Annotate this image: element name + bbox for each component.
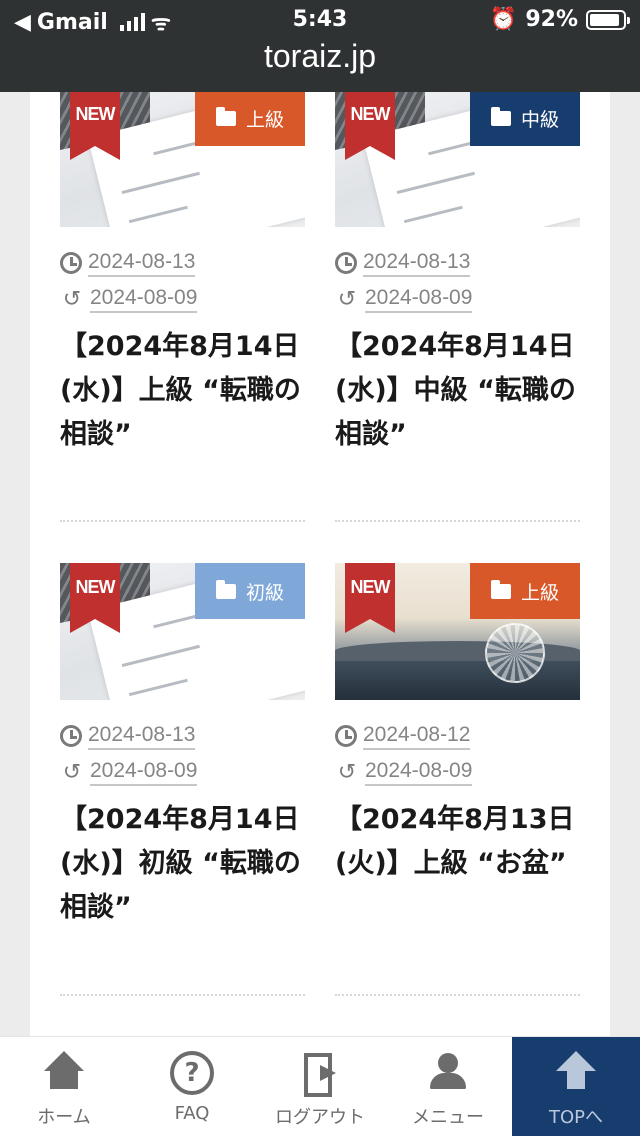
history-icon: ↺ [337, 759, 357, 784]
post-card[interactable]: NEW 初級 2024-08-13 ↺ 2024-08-09 【2024年8月14… [60, 563, 305, 930]
divider [60, 994, 305, 996]
category-badge[interactable]: 上級 [470, 563, 580, 619]
history-icon: ↺ [337, 286, 357, 311]
post-grid: NEW 上級 2024-08-13 ↺ 2024-08-09 【2024年8月14… [30, 92, 610, 1038]
category-label: 中級 [520, 108, 559, 131]
battery-icon [586, 9, 630, 30]
published-date[interactable]: 2024-08-13 [363, 249, 471, 277]
url-bar[interactable]: toraiz.jp [0, 38, 640, 75]
browser-header: ◀ Gmail ᯤ 5:43 ⏰ 92% toraiz.jp [0, 0, 640, 92]
updated-date[interactable]: 2024-08-09 [90, 758, 198, 786]
updated-date[interactable]: 2024-08-09 [365, 285, 473, 313]
category-label: 初級 [245, 581, 284, 604]
nav-home[interactable]: ホーム [0, 1037, 128, 1136]
status-bar: ◀ Gmail ᯤ 5:43 ⏰ 92% [0, 0, 640, 40]
category-badge[interactable]: 初級 [195, 563, 305, 619]
post-title[interactable]: 【2024年8月14日(水)】初級 “転職の相談” [60, 798, 305, 930]
category-label: 上級 [520, 581, 559, 604]
divider [335, 520, 580, 522]
history-icon: ↺ [62, 286, 82, 311]
clock-icon [335, 725, 357, 747]
published-date[interactable]: 2024-08-13 [88, 249, 196, 277]
arrow-up-icon [554, 1051, 598, 1095]
folder-icon [490, 579, 511, 599]
divider [335, 994, 580, 996]
nav-faq[interactable]: ? FAQ [128, 1037, 256, 1136]
post-thumbnail[interactable]: NEW 中級 [335, 92, 580, 227]
nav-faq-label: FAQ [174, 1103, 210, 1124]
clock-icon [335, 252, 357, 274]
post-card[interactable]: NEW 中級 2024-08-13 ↺ 2024-08-09 【2024年8月14… [335, 92, 580, 457]
bottom-nav: ホーム ? FAQ ログアウト メニュー TOPへ [0, 1036, 640, 1136]
post-title[interactable]: 【2024年8月13日(火)】上級 “お盆” [335, 798, 580, 886]
nav-home-label: ホーム [37, 1107, 91, 1128]
post-title[interactable]: 【2024年8月14日(水)】上級 “転職の相談” [60, 325, 305, 457]
clock-icon [60, 252, 82, 274]
question-icon: ? [170, 1051, 214, 1095]
post-thumbnail[interactable]: NEW 上級 [60, 92, 305, 227]
home-icon [42, 1051, 86, 1095]
updated-date[interactable]: 2024-08-09 [90, 285, 198, 313]
new-ribbon: NEW [345, 563, 395, 633]
nav-menu[interactable]: メニュー [384, 1037, 512, 1136]
post-thumbnail[interactable]: NEW 初級 [60, 563, 305, 700]
nav-top[interactable]: TOPへ [512, 1037, 640, 1136]
category-badge[interactable]: 中級 [470, 92, 580, 146]
category-label: 上級 [245, 108, 284, 131]
logout-icon [298, 1051, 342, 1097]
folder-icon [215, 106, 236, 126]
published-date[interactable]: 2024-08-13 [88, 722, 196, 750]
nav-logout-label: ログアウト [275, 1107, 365, 1128]
post-thumbnail[interactable]: NEW 上級 [335, 563, 580, 700]
post-card[interactable]: NEW 上級 2024-08-12 ↺ 2024-08-09 【2024年8月13… [335, 563, 580, 886]
nav-menu-label: メニュー [412, 1107, 484, 1128]
category-badge[interactable]: 上級 [195, 92, 305, 146]
published-date[interactable]: 2024-08-12 [363, 722, 471, 750]
post-card[interactable]: NEW 上級 2024-08-13 ↺ 2024-08-09 【2024年8月14… [60, 92, 305, 457]
nav-top-label: TOPへ [548, 1107, 604, 1128]
nav-logout[interactable]: ログアウト [256, 1037, 384, 1136]
history-icon: ↺ [62, 759, 82, 784]
user-icon [426, 1051, 470, 1095]
updated-date[interactable]: 2024-08-09 [365, 758, 473, 786]
clock-icon [60, 725, 82, 747]
post-title[interactable]: 【2024年8月14日(水)】中級 “転職の相談” [335, 325, 580, 457]
alarm-icon: ⏰ [489, 7, 518, 32]
divider [60, 520, 305, 522]
folder-icon [490, 106, 511, 126]
folder-icon [215, 579, 236, 599]
battery-percent: 92% [525, 7, 578, 32]
